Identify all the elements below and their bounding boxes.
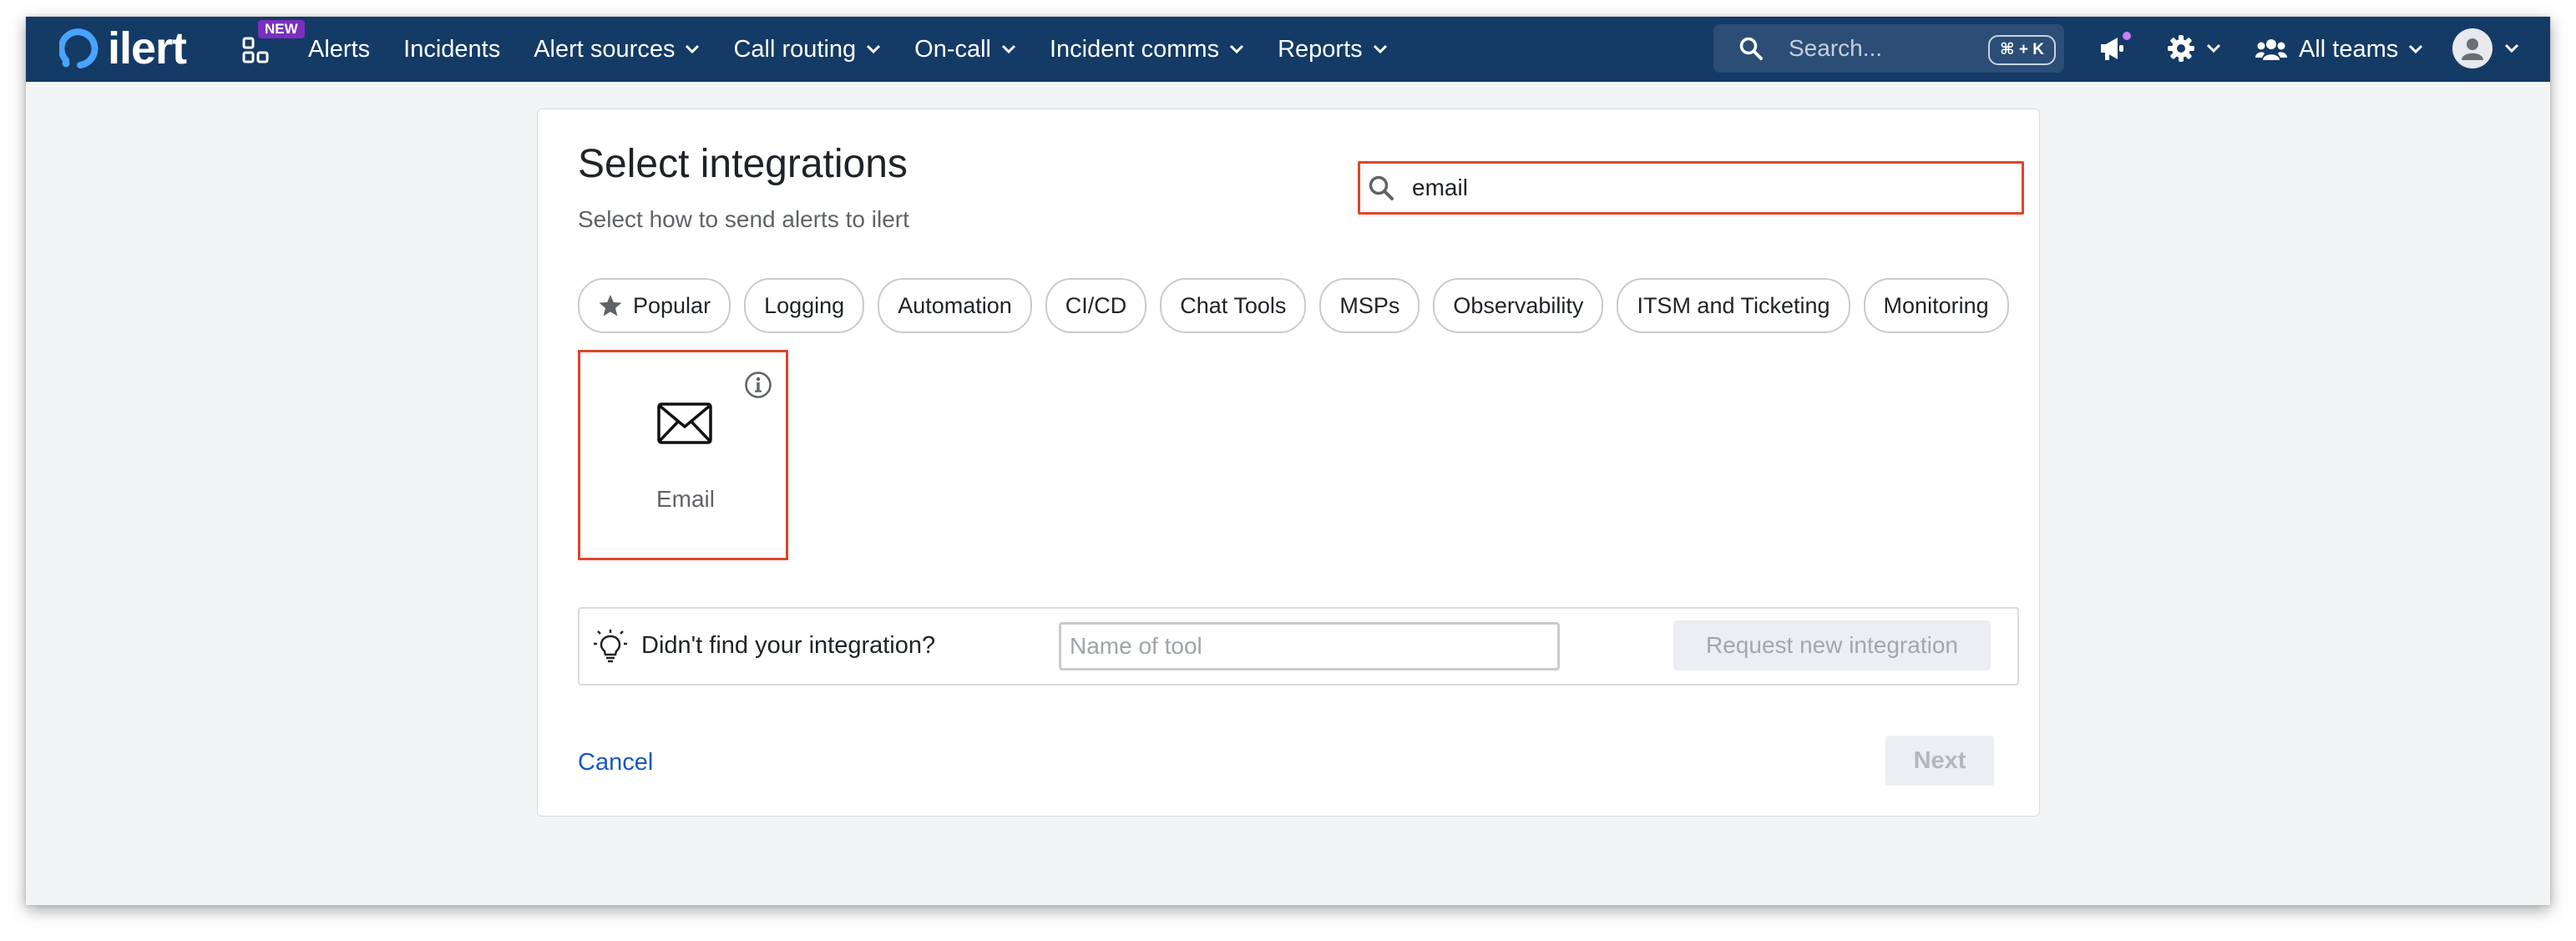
chip-label: Monitoring: [1883, 292, 1989, 318]
nav-item-alert-sources[interactable]: Alert sources: [534, 36, 700, 63]
new-badge: NEW: [258, 20, 305, 38]
chip-label: Automation: [898, 292, 1012, 318]
logo-mark-icon: [59, 28, 99, 68]
select-integrations-card: Select integrations Select how to send a…: [537, 109, 2040, 817]
megaphone-icon[interactable]: [2098, 32, 2131, 69]
chevron-down-icon: [1001, 44, 1016, 54]
chip-label: Logging: [764, 292, 845, 318]
avatar-icon: [2452, 28, 2492, 68]
teams-selector[interactable]: All teams: [2255, 17, 2423, 82]
category-chip-logging[interactable]: Logging: [744, 278, 865, 333]
star-icon: [599, 295, 622, 316]
chip-label: Popular: [633, 292, 711, 318]
nav-item-label: Incident comms: [1050, 35, 1220, 63]
settings-menu[interactable]: [2166, 33, 2221, 63]
logo-text: ilert: [108, 23, 187, 73]
chip-label: Chat Tools: [1180, 292, 1287, 318]
chevron-down-icon: [1373, 44, 1387, 54]
chevron-down-icon: [686, 44, 700, 54]
integration-search-input[interactable]: [1410, 174, 1998, 202]
gear-icon: [2168, 35, 2194, 62]
category-chip-itsm-ticketing[interactable]: ITSM and Ticketing: [1617, 278, 1850, 333]
tool-name-input[interactable]: [1059, 622, 1560, 670]
category-chip-automation[interactable]: Automation: [878, 278, 1032, 333]
cancel-link[interactable]: Cancel: [578, 749, 653, 777]
chevron-down-icon: [2409, 44, 2423, 54]
chevron-down-icon: [2206, 43, 2221, 53]
chip-label: ITSM and Ticketing: [1637, 292, 1830, 318]
envelope-icon: [657, 402, 712, 444]
chevron-down-icon: [2504, 43, 2519, 53]
chevron-down-icon: [867, 44, 881, 54]
nav-item-label: Incidents: [403, 35, 501, 63]
nav-item-alerts[interactable]: Alerts: [308, 36, 370, 63]
search-icon: [1739, 37, 1763, 60]
nav-item-incidents[interactable]: Incidents: [403, 36, 500, 63]
nav-item-on-call[interactable]: On-call: [914, 36, 1016, 63]
chip-label: Observability: [1453, 292, 1584, 318]
chevron-down-icon: [1230, 44, 1244, 54]
teams-label: All teams: [2299, 35, 2399, 63]
top-navigation-bar: ilert NEW Alerts Incidents Alert sources…: [26, 17, 2550, 82]
category-filter-bar: Popular Logging Automation CI/CD Chat To…: [578, 276, 2019, 335]
notification-dot: [2123, 32, 2131, 40]
category-chip-msps[interactable]: MSPs: [1319, 278, 1420, 333]
main-nav: Alerts Incidents Alert sources Call rout…: [308, 17, 1421, 82]
global-search-placeholder: Search...: [1789, 35, 1883, 61]
nav-item-label: Call routing: [733, 35, 857, 63]
nav-item-incident-comms[interactable]: Incident comms: [1050, 36, 1244, 63]
search-icon: [1369, 175, 1394, 200]
category-chip-chat-tools[interactable]: Chat Tools: [1160, 278, 1307, 333]
nav-item-reports[interactable]: Reports: [1278, 36, 1388, 63]
chip-label: MSPs: [1339, 292, 1400, 318]
nav-item-call-routing[interactable]: Call routing: [733, 36, 881, 63]
category-chip-cicd[interactable]: CI/CD: [1045, 278, 1147, 333]
page-title: Select integrations: [578, 142, 908, 186]
integration-tile-label: Email: [655, 486, 715, 512]
chip-label: CI/CD: [1065, 292, 1127, 318]
global-search[interactable]: Search... ⌘ + K: [1713, 24, 2064, 73]
integration-search[interactable]: [1358, 161, 2024, 215]
user-menu[interactable]: [2452, 28, 2519, 68]
nav-item-label: Alert sources: [534, 35, 676, 63]
ilert-logo[interactable]: ilert: [59, 23, 187, 73]
lightbulb-icon: [594, 630, 627, 663]
category-chip-popular[interactable]: Popular: [578, 278, 731, 333]
request-new-integration-button[interactable]: Request new integration: [1673, 620, 1991, 670]
users-icon: [2255, 39, 2287, 60]
search-shortcut-badge: ⌘ + K: [1987, 35, 2056, 65]
request-integration-question: Didn't find your integration?: [641, 632, 936, 659]
nav-item-label: On-call: [914, 35, 991, 63]
page-subtitle: Select how to send alerts to ilert: [578, 206, 909, 232]
category-chip-monitoring[interactable]: Monitoring: [1863, 278, 2009, 333]
request-integration-panel: Didn't find your integration? Request ne…: [578, 607, 2019, 686]
next-button[interactable]: Next: [1885, 736, 1994, 786]
integration-tile-email[interactable]: Email: [578, 350, 788, 560]
info-icon[interactable]: [744, 371, 772, 399]
category-chip-observability[interactable]: Observability: [1433, 278, 1604, 333]
nav-item-label: Alerts: [308, 35, 371, 63]
app-window: ilert NEW Alerts Incidents Alert sources…: [26, 17, 2550, 905]
nav-item-label: Reports: [1278, 35, 1363, 63]
